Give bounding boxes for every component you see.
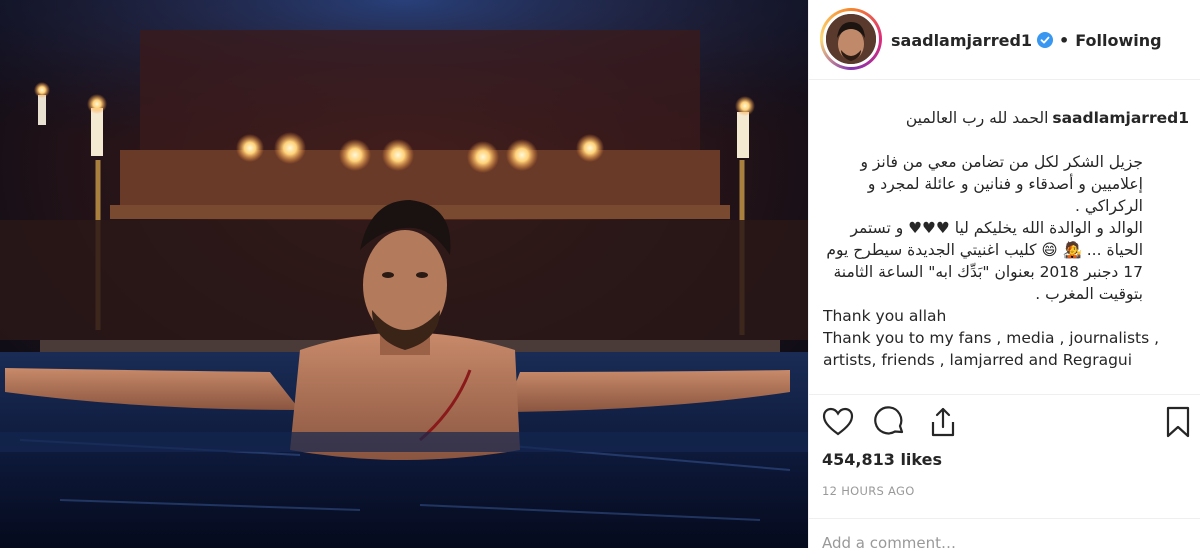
verified-badge-icon: [1037, 32, 1054, 48]
separator-dot: •: [1059, 30, 1070, 50]
bookmark-icon[interactable]: [1161, 405, 1195, 439]
caption-first-text: الحمد لله رب العالمين: [905, 109, 1049, 127]
username-link[interactable]: saadlamjarred1: [891, 31, 1032, 50]
caption-arabic-paragraph-2: الوالد و الوالدة الله يخليكم ليا ♥♥♥ و ت…: [826, 219, 1143, 303]
share-icon[interactable]: [926, 405, 960, 439]
following-button[interactable]: Following: [1075, 31, 1161, 50]
comment-row: [809, 518, 1200, 548]
caption-arabic-paragraph-1: جزيل الشكر لكل من تضامن معي من فانز و إع…: [860, 153, 1143, 215]
post-photo[interactable]: [0, 0, 808, 548]
likes-count[interactable]: 454,813 likes: [822, 450, 942, 469]
caption-english-line-1: Thank you allah: [823, 307, 947, 325]
caption: الحمد لله رب العالمين saadlamjarred1 جزي…: [823, 107, 1189, 393]
comment-bubble-icon[interactable]: [873, 405, 907, 439]
post-timestamp[interactable]: 12 HOURS AGO: [822, 484, 915, 498]
caption-english-line-2: Thank you to my fans , media , journalis…: [823, 329, 1160, 369]
header-line: saadlamjarred1 • Following: [891, 29, 1162, 51]
post-image: [0, 0, 808, 548]
comment-input[interactable]: [822, 533, 1122, 548]
story-ring[interactable]: [820, 8, 882, 70]
post-sidebar: saadlamjarred1 • Following الحمد لله رب …: [808, 0, 1200, 548]
avatar-image: [826, 14, 876, 64]
caption-author-link[interactable]: saadlamjarred1: [1052, 107, 1189, 129]
caption-first-line: الحمد لله رب العالمين saadlamjarred1: [823, 107, 1189, 129]
post-header: saadlamjarred1 • Following: [809, 0, 1200, 80]
heart-icon[interactable]: [821, 405, 855, 439]
action-bar: [809, 394, 1200, 450]
avatar[interactable]: [823, 11, 879, 67]
